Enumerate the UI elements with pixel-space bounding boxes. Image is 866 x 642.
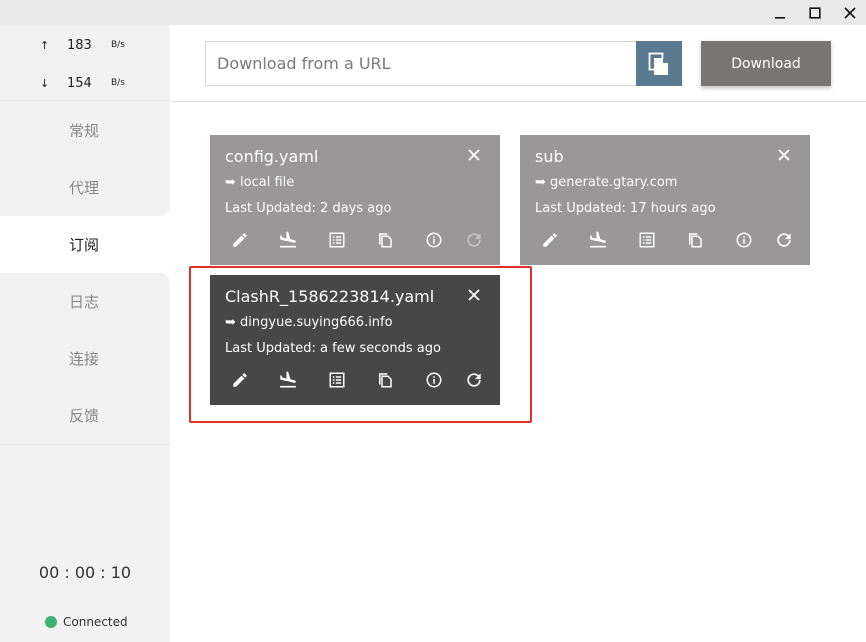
- nav-item-logs[interactable]: 日志: [0, 273, 170, 330]
- nav-item-feedback[interactable]: 反馈: [0, 387, 170, 444]
- upload-value: 183: [67, 37, 92, 53]
- nav-item-proxies[interactable]: 代理: [0, 159, 170, 216]
- download-button[interactable]: Download: [701, 41, 831, 86]
- info-icon: [426, 232, 442, 248]
- download-value: 154: [67, 75, 92, 91]
- edit-button[interactable]: [228, 228, 252, 252]
- view-rules-button[interactable]: [325, 228, 349, 252]
- list-icon: [329, 232, 345, 248]
- profile-name: config.yaml: [225, 147, 319, 166]
- nav-item-connections[interactable]: 连接: [0, 330, 170, 387]
- selection-highlight: [189, 266, 532, 423]
- download-arrow-icon: ↓: [40, 76, 50, 90]
- nav-label: 代理: [69, 179, 100, 197]
- nav-label: 反馈: [69, 407, 100, 425]
- url-input[interactable]: [205, 41, 636, 86]
- nav-label: 日志: [69, 293, 100, 311]
- copy-button[interactable]: [683, 228, 707, 252]
- list-icon: [639, 232, 655, 248]
- maximize-button[interactable]: [795, 0, 835, 25]
- close-icon[interactable]: [776, 147, 792, 163]
- refresh-button[interactable]: [462, 228, 486, 252]
- connection-status: Connected: [45, 615, 128, 629]
- refresh-icon: [777, 233, 791, 247]
- nav-label: 订阅: [69, 236, 100, 254]
- nav-item-general[interactable]: 常规: [0, 102, 170, 159]
- nav-divider: [0, 444, 170, 445]
- profile-card-sub[interactable]: sub ➥ generate.gtary.com Last Updated: 1…: [520, 135, 810, 265]
- upload-arrow-icon: ↑: [40, 38, 50, 52]
- refresh-icon: [467, 233, 481, 247]
- uptime-timer: 00 : 00 : 10: [38, 563, 132, 582]
- info-icon: [736, 232, 752, 248]
- nav-label: 连接: [69, 350, 100, 368]
- traffic-panel: ↑ 183 B/s ↓ 154 B/s: [0, 25, 170, 101]
- edit-icon: [543, 233, 557, 247]
- copy-icon: [379, 233, 392, 248]
- update-button[interactable]: [276, 228, 300, 252]
- copy-icon: [689, 233, 702, 248]
- download-icon: [590, 231, 606, 248]
- info-button[interactable]: [422, 228, 446, 252]
- status-dot-icon: [45, 616, 57, 628]
- paste-icon: [648, 52, 668, 75]
- minimize-icon: [775, 16, 785, 19]
- paste-button[interactable]: [636, 41, 682, 86]
- upload-unit: B/s: [111, 40, 125, 50]
- download-icon: [280, 231, 296, 248]
- card-actions: [210, 228, 500, 252]
- status-label: Connected: [63, 615, 128, 629]
- title-bar: [0, 0, 866, 25]
- profile-source: ➥ generate.gtary.com: [535, 175, 678, 190]
- maximize-icon: [809, 6, 821, 19]
- close-window-button[interactable]: [830, 0, 866, 25]
- copy-button[interactable]: [373, 228, 397, 252]
- edit-icon: [233, 233, 247, 247]
- edit-button[interactable]: [538, 228, 562, 252]
- card-actions: [520, 228, 810, 252]
- profile-updated: Last Updated: 17 hours ago: [535, 201, 716, 216]
- profile-updated: Last Updated: 2 days ago: [225, 201, 392, 216]
- refresh-button[interactable]: [772, 228, 796, 252]
- nav-label: 常规: [69, 122, 100, 140]
- close-icon: [844, 6, 856, 19]
- profile-source: ➥ local file: [225, 175, 295, 190]
- update-button[interactable]: [586, 228, 610, 252]
- profile-card-config[interactable]: config.yaml ➥ local file Last Updated: 2…: [210, 135, 500, 265]
- view-rules-button[interactable]: [635, 228, 659, 252]
- info-button[interactable]: [732, 228, 756, 252]
- download-bar: Download: [170, 25, 866, 102]
- minimize-button[interactable]: [760, 0, 800, 25]
- profile-name: sub: [535, 147, 564, 166]
- download-unit: B/s: [111, 78, 125, 88]
- nav-item-profiles[interactable]: 订阅: [0, 216, 170, 273]
- close-icon[interactable]: [466, 147, 482, 163]
- sidebar: ↑ 183 B/s ↓ 154 B/s 常规 代理 订阅 日志 连接 反馈 00…: [0, 25, 170, 642]
